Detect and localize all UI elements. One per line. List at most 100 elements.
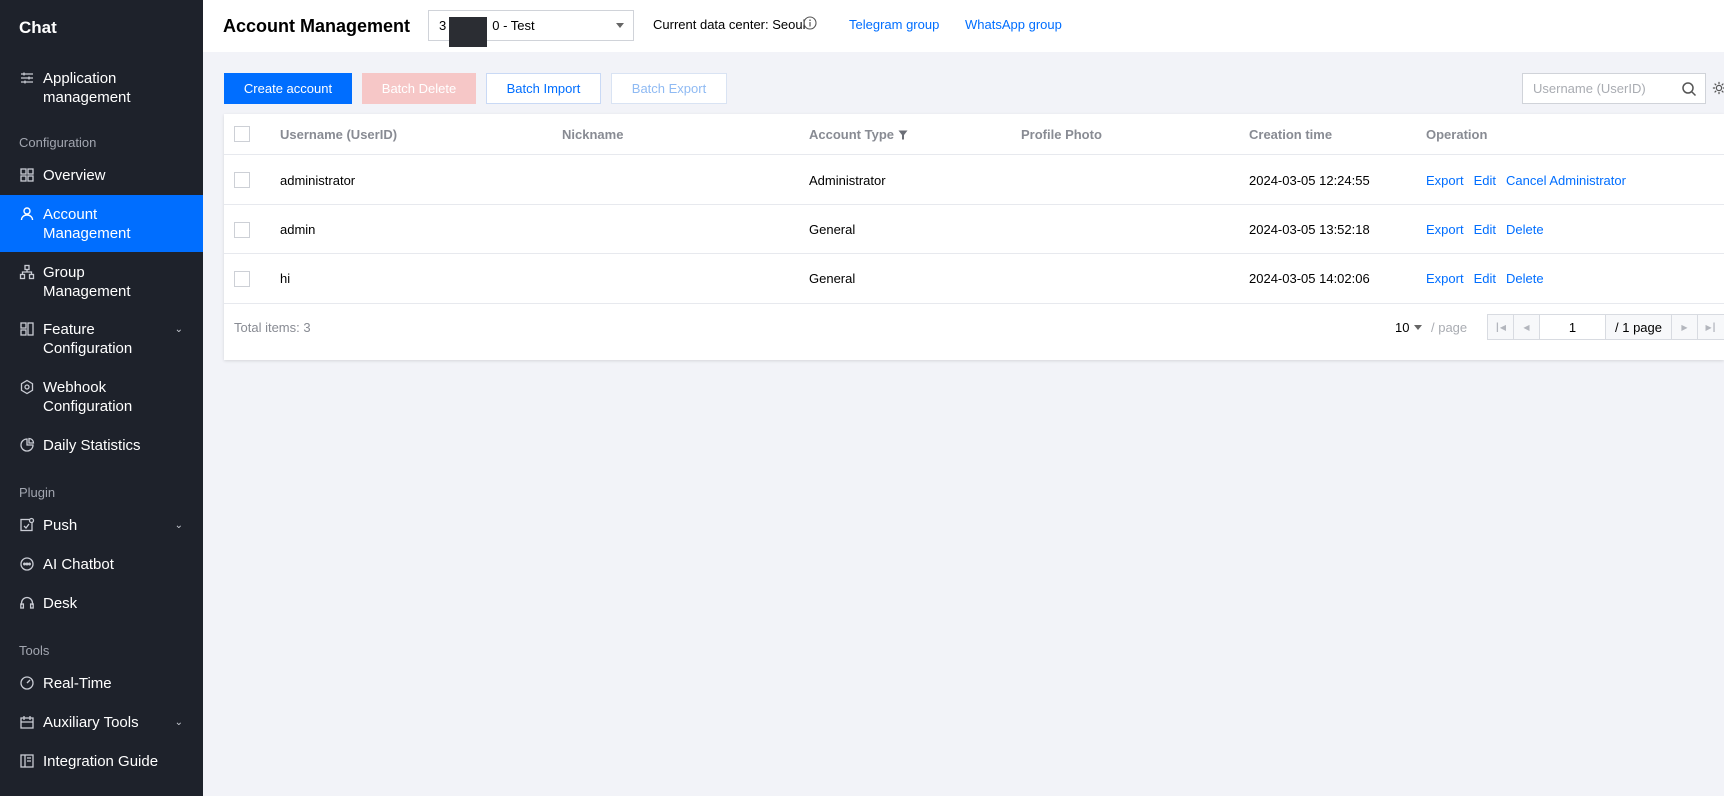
section-tools: Tools <box>19 643 50 658</box>
sidebar-item-real-time[interactable]: Real-Time <box>0 674 203 693</box>
section-configuration: Configuration <box>19 135 97 150</box>
select-all-checkbox[interactable] <box>234 126 250 142</box>
header-creation-time: Creation time <box>1249 127 1333 142</box>
table-header-row: Username (UserID) Nickname Account Type … <box>224 114 1724 155</box>
edit-link[interactable]: Edit <box>1474 222 1496 237</box>
cell-creation-time: 2024-03-05 12:24:55 <box>1249 173 1370 188</box>
top-bar: Account Management 3 0 - Test Current dat… <box>203 0 1724 52</box>
header-operation: Operation <box>1426 127 1488 142</box>
app-select-prefix: 3 <box>439 18 447 33</box>
cell-operations: Export Edit Delete <box>1426 271 1554 286</box>
sidebar-item-feature-configuration[interactable]: Feature Configuration ⌄ <box>0 320 203 358</box>
table-row: administrator Administrator 2024-03-05 1… <box>224 155 1724 205</box>
caret-down-icon <box>1414 325 1423 330</box>
filter-icon[interactable] <box>898 130 908 140</box>
sidebar-item-desk[interactable]: Desk <box>0 594 203 613</box>
header-nickname: Nickname <box>562 127 624 142</box>
user-icon <box>19 206 35 222</box>
edit-link[interactable]: Edit <box>1474 173 1496 188</box>
next-page-icon[interactable]: ▶ <box>1672 315 1698 339</box>
sidebar-item-ai-chatbot[interactable]: AI Chatbot <box>0 555 203 574</box>
pie-chart-icon <box>19 437 35 453</box>
sidebar-item-label: Overview <box>43 167 106 184</box>
batch-export-button[interactable]: Batch Export <box>611 73 727 104</box>
sidebar-item-label: Webhook Configuration <box>43 379 133 415</box>
delete-link[interactable]: Delete <box>1506 222 1544 237</box>
puzzle-icon <box>19 321 35 337</box>
app-select-value: 0 - Test <box>492 18 535 33</box>
whatsapp-group-link[interactable]: WhatsApp group <box>965 17 1062 32</box>
push-icon <box>19 517 35 533</box>
sliders-icon <box>19 70 35 86</box>
search-icon[interactable] <box>1681 81 1697 97</box>
total-pages: / 1 page <box>1606 315 1672 339</box>
brand-title: Chat <box>19 18 57 37</box>
page-size-select[interactable]: 10 <box>1395 320 1423 335</box>
telegram-group-link[interactable]: Telegram group <box>849 17 939 32</box>
sidebar: Chat Application management Configuratio… <box>0 0 203 796</box>
cell-creation-time: 2024-03-05 13:52:18 <box>1249 222 1370 237</box>
sidebar-item-label: Push <box>43 517 78 534</box>
create-account-button[interactable]: Create account <box>224 73 352 104</box>
chevron-down-icon[interactable]: ⌄ <box>175 713 183 732</box>
sidebar-item-label: Account Management <box>43 206 131 242</box>
per-page-label: / page <box>1431 320 1468 335</box>
header-account-type[interactable]: Account Type <box>809 127 908 142</box>
chevron-down-icon[interactable]: ⌄ <box>175 320 183 339</box>
sidebar-item-webhook-configuration[interactable]: Webhook Configuration <box>0 378 203 416</box>
info-icon[interactable] <box>803 16 817 30</box>
search-input[interactable] <box>1523 74 1673 103</box>
table-row: hi General 2024-03-05 14:02:06 Export Edi… <box>224 254 1724 304</box>
page-number-input[interactable] <box>1540 315 1606 339</box>
chevron-down-icon[interactable]: ⌄ <box>175 516 183 535</box>
cell-account-type: Administrator <box>809 173 886 188</box>
sidebar-item-daily-statistics[interactable]: Daily Statistics <box>0 436 203 455</box>
chatbot-icon <box>19 556 35 572</box>
table-row: admin General 2024-03-05 13:52:18 Export… <box>224 205 1724 254</box>
last-page-icon[interactable]: ▶┃ <box>1698 315 1724 339</box>
first-page-icon[interactable]: ┃◀ <box>1488 315 1514 339</box>
edit-link[interactable]: Edit <box>1474 271 1496 286</box>
gauge-icon <box>19 675 35 691</box>
book-icon <box>19 753 35 769</box>
sidebar-item-overview[interactable]: Overview <box>0 166 203 185</box>
gear-icon[interactable] <box>1712 80 1724 96</box>
sidebar-item-label: AI Chatbot <box>43 556 114 573</box>
sidebar-item-push[interactable]: Push ⌄ <box>0 516 203 535</box>
delete-link[interactable]: Delete <box>1506 271 1544 286</box>
sidebar-item-application-management[interactable]: Application management <box>0 69 203 107</box>
export-link[interactable]: Export <box>1426 222 1464 237</box>
sidebar-item-label: Group Management <box>43 264 131 300</box>
prev-page-icon[interactable]: ◀ <box>1514 315 1540 339</box>
export-link[interactable]: Export <box>1426 271 1464 286</box>
grid-icon <box>19 167 35 183</box>
sidebar-item-label: Desk <box>43 595 78 612</box>
row-checkbox[interactable] <box>234 222 250 238</box>
cell-account-type: General <box>809 222 856 237</box>
hierarchy-icon <box>19 264 35 280</box>
sidebar-item-auxiliary-tools[interactable]: Auxiliary Tools ⌄ <box>0 713 203 732</box>
header-account-type-label: Account Type <box>809 127 894 142</box>
row-checkbox[interactable] <box>234 271 250 287</box>
cell-creation-time: 2024-03-05 14:02:06 <box>1249 271 1370 286</box>
sidebar-item-label: Integration Guide <box>43 753 159 770</box>
data-center-label: Current data center: Seoul <box>653 17 806 32</box>
batch-delete-button[interactable]: Batch Delete <box>362 73 476 104</box>
cell-username: hi <box>280 271 291 286</box>
accounts-table: Username (UserID) Nickname Account Type … <box>224 114 1724 360</box>
row-checkbox[interactable] <box>234 172 250 188</box>
batch-import-button[interactable]: Batch Import <box>486 73 601 104</box>
cell-username: admin <box>280 222 316 237</box>
cancel-administrator-link[interactable]: Cancel Administrator <box>1506 173 1626 188</box>
section-plugin: Plugin <box>19 485 56 500</box>
total-items: Total items: 3 <box>234 320 311 335</box>
sidebar-item-group-management[interactable]: Group Management <box>0 263 203 301</box>
redaction-block <box>449 17 487 47</box>
webhook-icon <box>19 379 35 395</box>
header-profile-photo: Profile Photo <box>1021 127 1102 142</box>
export-link[interactable]: Export <box>1426 173 1464 188</box>
sidebar-item-account-management[interactable]: Account Management <box>0 195 203 252</box>
sidebar-item-integration-guide[interactable]: Integration Guide <box>0 752 203 771</box>
application-select[interactable]: 3 0 - Test <box>428 10 634 47</box>
sidebar-item-label: Daily Statistics <box>43 437 141 454</box>
